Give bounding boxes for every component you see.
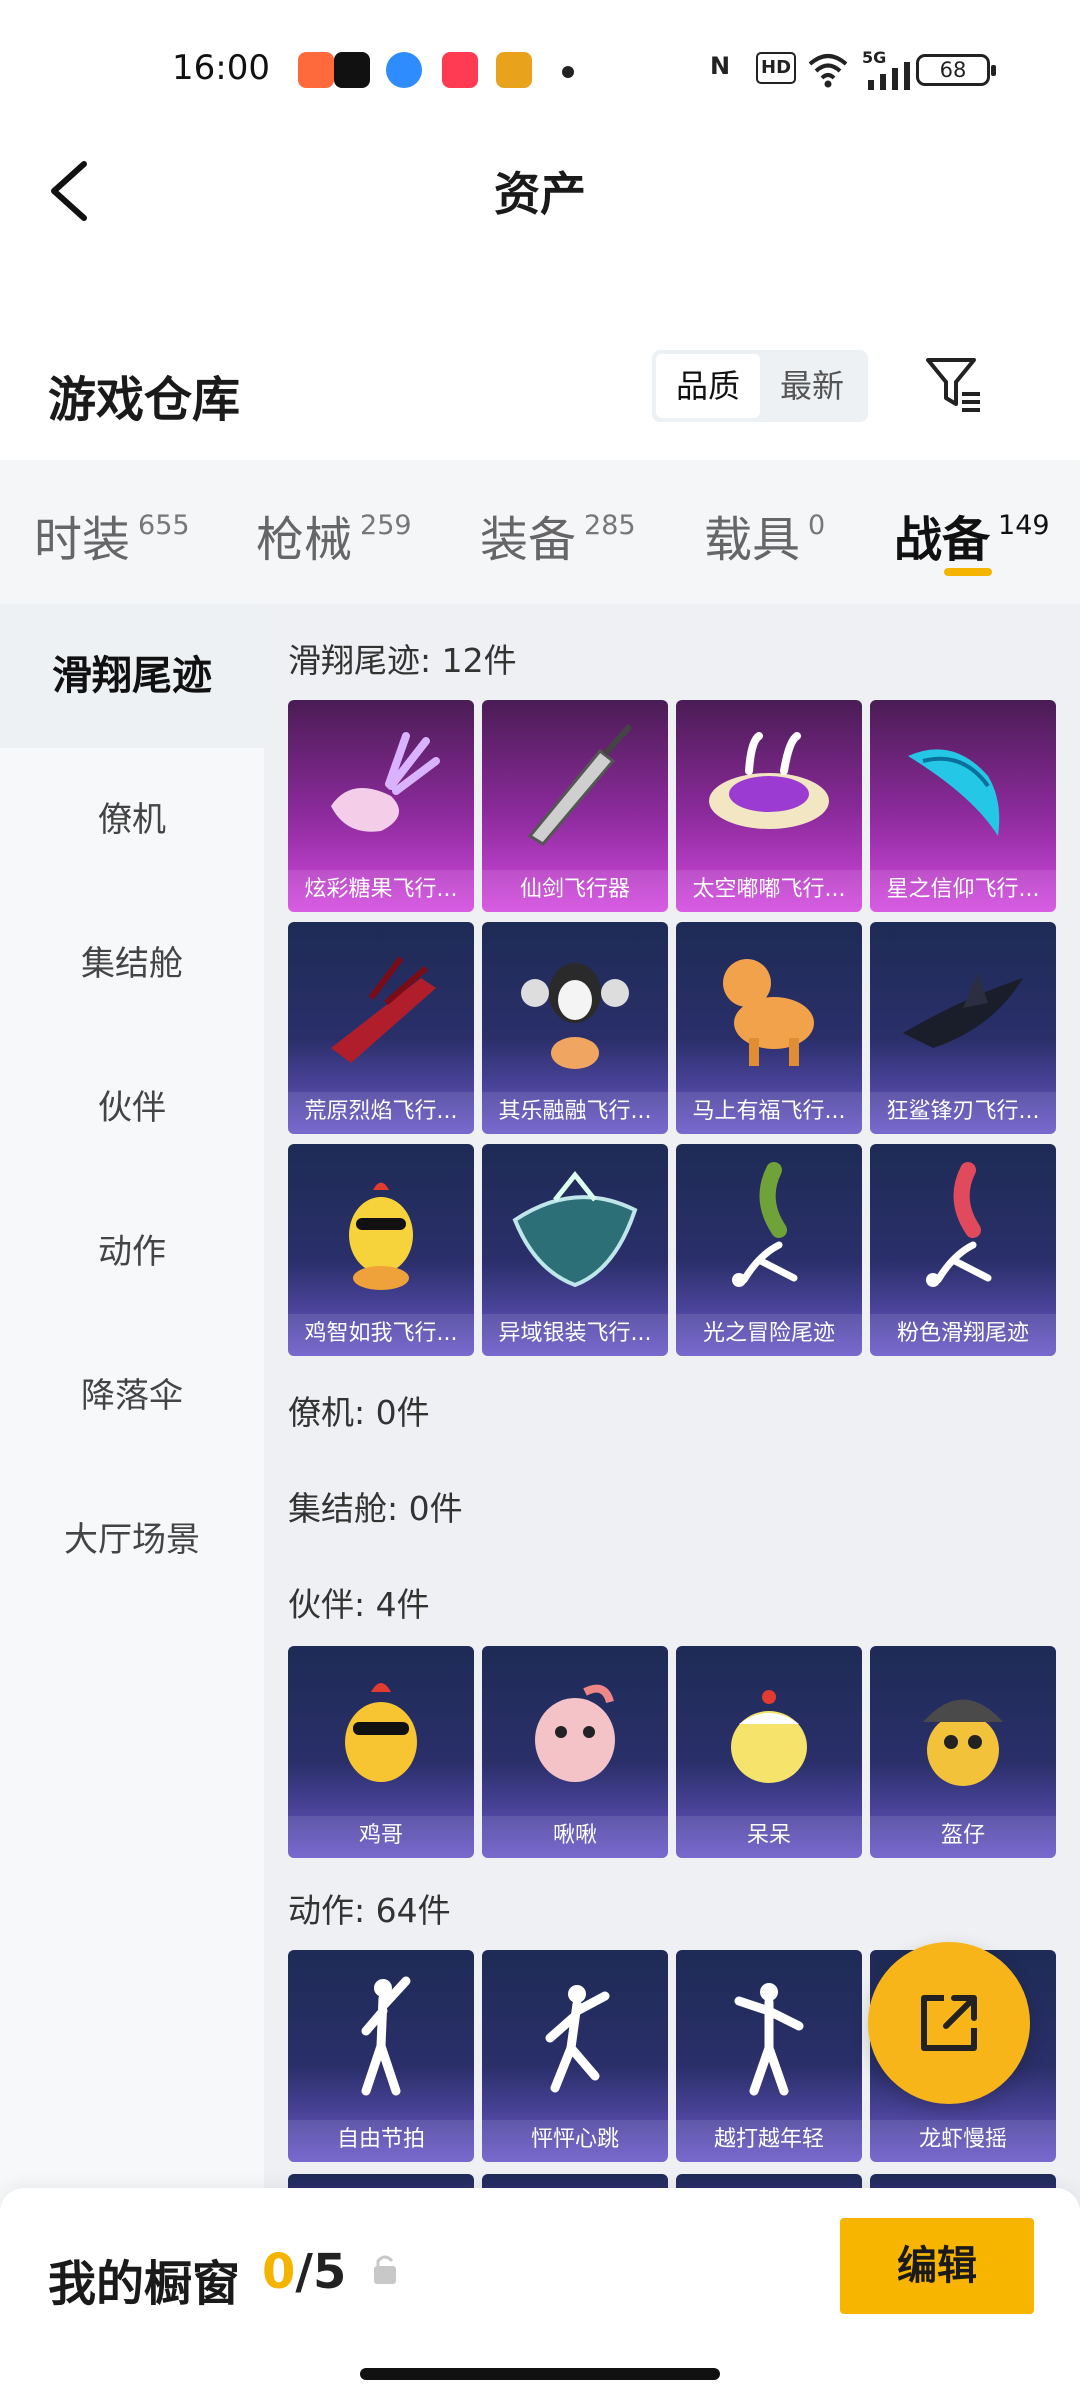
hd-icon: HD (756, 52, 797, 84)
item-card[interactable]: 呆呆 (676, 1646, 862, 1858)
status-time: 16:00 (172, 48, 270, 88)
pink-bird-companion-icon (535, 1684, 615, 1782)
tab-fashion[interactable]: 时装 655 (34, 500, 190, 570)
sort-toggle: 品质 最新 (652, 350, 868, 422)
item-card[interactable]: 其乐融融飞行... (482, 922, 668, 1134)
sort-quality-button[interactable]: 品质 (656, 354, 760, 418)
young-emote-icon (734, 1983, 804, 2096)
sidebar-item-emote[interactable]: 动作 (0, 1180, 264, 1324)
item-card[interactable]: 啾啾 (482, 1646, 668, 1858)
item-card[interactable]: 鸡智如我飞行... (288, 1144, 474, 1356)
flame-glider-icon (331, 956, 436, 1063)
item-card[interactable]: 仙剑飞行器 (482, 700, 668, 912)
item-card[interactable]: 马上有福飞行... (676, 922, 862, 1134)
browser-icon (386, 52, 422, 88)
signal-icon (868, 62, 910, 90)
silver-glider-icon (512, 1170, 638, 1288)
item-card[interactable]: 太空嘟嘟飞行... (676, 700, 862, 912)
section-label-trail: 滑翔尾迹: 12件 (288, 641, 517, 680)
heartbeat-emote-icon (545, 1985, 610, 2093)
section-label-drone: 僚机: 0件 (288, 1393, 430, 1432)
active-tab-indicator (944, 568, 992, 576)
tab-guns[interactable]: 枪械 259 (256, 500, 412, 570)
sidebar-item-drone[interactable]: 僚机 (0, 748, 264, 892)
battery-indicator: 68 (916, 54, 996, 86)
item-card[interactable]: 鸡哥 (288, 1646, 474, 1858)
item-card[interactable]: 星之信仰飞行... (870, 700, 1056, 912)
inventory-content: 滑翔尾迹: 12件 炫彩糖果飞行... 仙剑飞行器 太空嘟嘟飞行... 星之信仰… (264, 604, 1080, 2400)
ufo-glider-icon (709, 732, 829, 829)
status-bar: 16:00 N HD 5G 68 (0, 0, 1080, 140)
nfc-icon: N (710, 52, 731, 80)
horse-glider-icon (723, 959, 814, 1066)
wifi-icon (808, 54, 848, 88)
item-card[interactable]: 自由节拍 (288, 1950, 474, 2162)
tab-battle-gear[interactable]: 战备 149 (894, 500, 1050, 570)
more-notifications-icon (562, 66, 574, 78)
sidebar-item-companion[interactable]: 伙伴 (0, 1036, 264, 1180)
item-card[interactable]: 光之冒险尾迹 (676, 1144, 862, 1356)
category-tabs: 时装 655 枪械 259 装备 285 载具 0 战备 149 (0, 460, 1080, 604)
section-label-emote: 动作: 64件 (288, 1891, 451, 1930)
share-export-icon (921, 1995, 977, 2051)
tab-equipment[interactable]: 装备 285 (480, 500, 636, 570)
item-card[interactable]: 荒原烈焰飞行... (288, 922, 474, 1134)
penguin-glider-icon (521, 963, 629, 1069)
item-card[interactable]: 狂鲨锋刃飞行... (870, 922, 1056, 1134)
tab-vehicles[interactable]: 载具 0 (704, 500, 825, 570)
lock-icon (374, 2255, 396, 2284)
video-app-icon (442, 52, 478, 88)
showcase-count: 0/5 (262, 2244, 347, 2300)
sword-glider-icon (527, 724, 633, 846)
helmet-chick-companion-icon (923, 1699, 1003, 1786)
sidebar-item-glide-trail[interactable]: 滑翔尾迹 (0, 604, 264, 748)
sidebar-item-parachute[interactable]: 降落伞 (0, 1324, 264, 1468)
candy-glider-icon (331, 732, 440, 832)
green-smoke-trail-icon (732, 1162, 798, 1287)
item-card[interactable]: 越打越年轻 (676, 1950, 862, 2162)
section-label-pod: 集结舱: 0件 (288, 1489, 463, 1528)
item-card[interactable]: 粉色滑翔尾迹 (870, 1144, 1056, 1356)
home-indicator[interactable] (360, 2368, 720, 2380)
tiktok-icon (334, 52, 370, 88)
sort-latest-button[interactable]: 最新 (760, 354, 864, 418)
page-title: 资产 (494, 167, 586, 221)
wing-glider-icon (908, 749, 1000, 836)
pink-smoke-trail-icon (926, 1162, 992, 1287)
share-floating-button[interactable] (868, 1942, 1030, 2104)
game-app-icon (496, 52, 532, 88)
item-card[interactable]: 异域银装飞行... (482, 1144, 668, 1356)
sidebar-item-pod[interactable]: 集结舱 (0, 892, 264, 1036)
section-label-companion: 伙伴: 4件 (288, 1585, 430, 1624)
item-card[interactable]: 怦怦心跳 (482, 1950, 668, 2162)
showcase-title: 我的橱窗 (48, 2256, 241, 2312)
app-notification-icon (298, 52, 334, 88)
dance-emote-icon (361, 1976, 411, 2096)
chicken-glider-icon (349, 1182, 413, 1290)
filter-icon[interactable] (924, 354, 984, 414)
chick-companion-icon (731, 1690, 807, 1783)
item-card[interactable]: 盔仔 (870, 1646, 1056, 1858)
sidebar: 滑翔尾迹 僚机 集结舱 伙伴 动作 降落伞 大厅场景 (0, 604, 264, 2400)
item-card[interactable]: 炫彩糖果飞行... (288, 700, 474, 912)
chicken-companion-icon (345, 1683, 417, 1782)
warehouse-title: 游戏仓库 (48, 372, 241, 428)
edit-button[interactable]: 编辑 (840, 2218, 1034, 2314)
sidebar-item-lobby-scene[interactable]: 大厅场景 (0, 1468, 264, 1612)
shark-glider-icon (903, 973, 1023, 1048)
